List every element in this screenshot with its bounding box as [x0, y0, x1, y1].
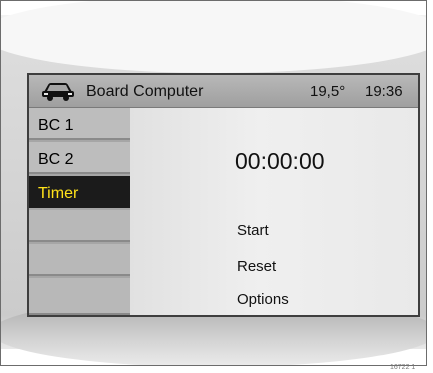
figure-frame: Board Computer 19,5° 19:36 BC 1 BC 2 Tim…: [0, 0, 427, 366]
timer-value: 00:00:00: [235, 148, 325, 174]
sidebar-item-label: BC 1: [38, 117, 74, 134]
bezel-top-highlight: [1, 1, 426, 73]
sidebar-item-bc2[interactable]: BC 2: [29, 142, 130, 174]
header-title: Board Computer: [86, 83, 204, 100]
board-computer-screen: Board Computer 19,5° 19:36 BC 1 BC 2 Tim…: [27, 73, 420, 317]
options-button[interactable]: Options: [237, 291, 289, 308]
car-icon: [42, 83, 74, 101]
sidebar-item-timer[interactable]: Timer: [29, 176, 130, 208]
sidebar-item-empty[interactable]: [29, 210, 130, 242]
timer-panel: 00:00:00 Start Reset Options: [130, 108, 418, 315]
sidebar-item-label: BC 2: [38, 151, 74, 168]
outside-temperature: 19,5°: [310, 83, 346, 100]
sidebar-item-label: Timer: [38, 185, 79, 202]
clock-time: 19:36: [365, 83, 403, 100]
figure-reference-code: 16722 1: [390, 364, 416, 371]
header-bar: Board Computer 19,5° 19:36: [29, 75, 418, 108]
start-button[interactable]: Start: [237, 222, 269, 239]
sidebar-menu: BC 1 BC 2 Timer: [29, 108, 130, 315]
sidebar-item-bc1[interactable]: BC 1: [29, 108, 130, 140]
sidebar-item-empty[interactable]: [29, 244, 130, 276]
reset-button[interactable]: Reset: [237, 258, 276, 275]
sidebar-item-empty[interactable]: [29, 278, 130, 315]
